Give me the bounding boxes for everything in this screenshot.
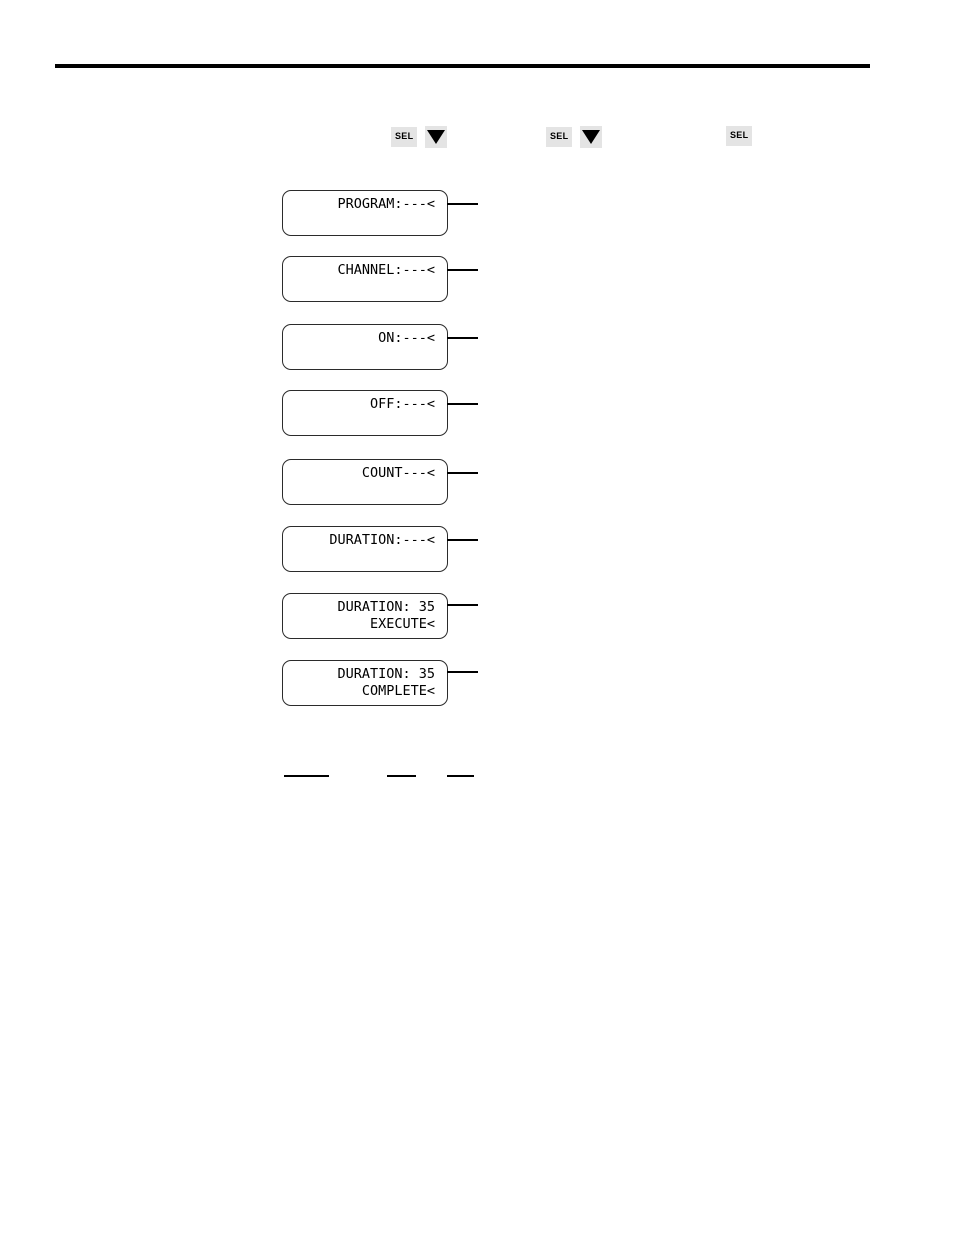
display-line-1: DURATION: 35 bbox=[337, 599, 435, 615]
leader-line-6 bbox=[447, 539, 478, 541]
display-line-2 bbox=[291, 347, 435, 364]
leader-line-7 bbox=[447, 604, 478, 606]
leader-line-5 bbox=[447, 472, 478, 474]
footer-rule-1 bbox=[284, 775, 329, 777]
footer-rule-3 bbox=[447, 775, 474, 777]
display-program: PROGRAM:---< bbox=[282, 190, 448, 236]
leader-line-4 bbox=[447, 403, 478, 405]
display-line-2 bbox=[291, 213, 435, 230]
leader-line-2 bbox=[447, 269, 478, 271]
keypad-legend-row: SEL SEL SEL bbox=[0, 126, 954, 150]
display-off: OFF:---< bbox=[282, 390, 448, 436]
display-line-1: OFF:---< bbox=[369, 396, 435, 412]
display-line-1: DURATION:---< bbox=[329, 532, 435, 548]
display-line-2 bbox=[291, 549, 435, 566]
leader-line-1 bbox=[447, 203, 478, 205]
down-triangle-icon bbox=[582, 130, 601, 144]
display-line-1: DURATION: 35 bbox=[337, 666, 435, 682]
display-duration-execute: DURATION: 35 EXECUTE< bbox=[282, 593, 448, 639]
down-triangle-icon bbox=[427, 130, 446, 144]
display-on: ON:---< bbox=[282, 324, 448, 370]
display-line-2: COMPLETE< bbox=[361, 683, 435, 699]
display-line-2: EXECUTE< bbox=[369, 616, 435, 632]
leader-line-3 bbox=[447, 337, 478, 339]
display-duration: DURATION:---< bbox=[282, 526, 448, 572]
key-group-3: SEL bbox=[726, 126, 753, 146]
key-group-1: SEL bbox=[391, 126, 448, 148]
display-line-1: CHANNEL:---< bbox=[337, 262, 435, 278]
display-line-1: COUNT---< bbox=[361, 465, 435, 481]
down-arrow-key-2[interactable] bbox=[580, 126, 603, 148]
key-group-2: SEL bbox=[546, 126, 603, 148]
display-line-2 bbox=[291, 413, 435, 430]
display-line-1: ON:---< bbox=[378, 330, 435, 346]
sel-key-1[interactable]: SEL bbox=[391, 127, 418, 147]
display-line-2 bbox=[291, 279, 435, 296]
display-line-2 bbox=[291, 482, 435, 499]
display-count: COUNT---< bbox=[282, 459, 448, 505]
display-line-1: PROGRAM:---< bbox=[337, 196, 435, 212]
sel-key-2[interactable]: SEL bbox=[546, 127, 573, 147]
leader-line-8 bbox=[447, 671, 478, 673]
down-arrow-key-1[interactable] bbox=[425, 126, 448, 148]
sel-key-3[interactable]: SEL bbox=[726, 126, 753, 146]
footer-rule-2 bbox=[387, 775, 416, 777]
display-channel: CHANNEL:---< bbox=[282, 256, 448, 302]
display-duration-complete: DURATION: 35 COMPLETE< bbox=[282, 660, 448, 706]
header-divider-rule bbox=[55, 64, 870, 68]
